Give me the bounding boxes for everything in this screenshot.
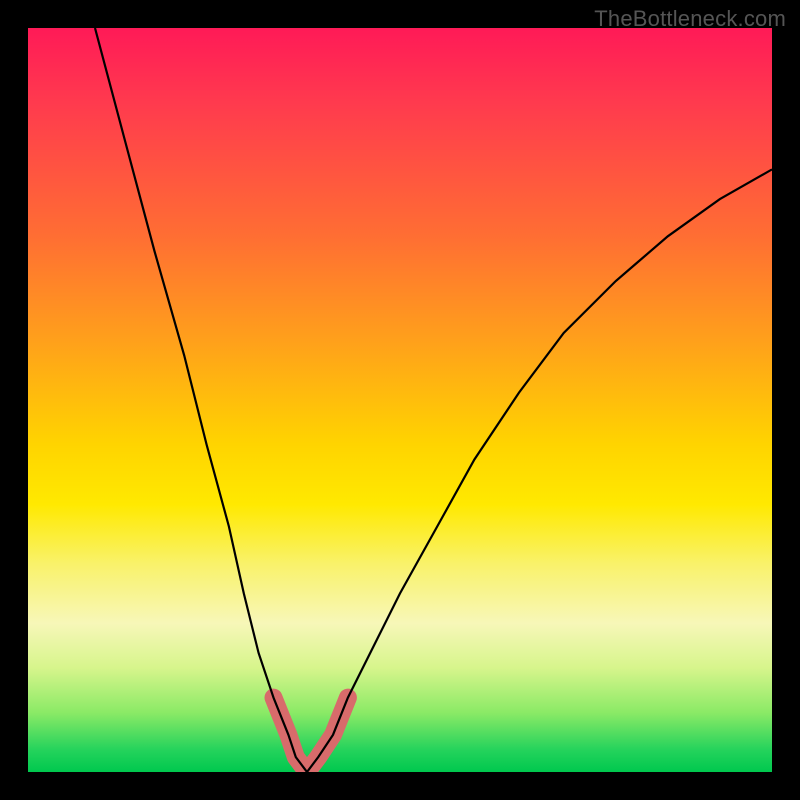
highlight-path xyxy=(274,698,348,772)
chart-frame: TheBottleneck.com xyxy=(0,0,800,800)
bottleneck-curve xyxy=(28,28,772,772)
plot-area xyxy=(28,28,772,772)
watermark-text: TheBottleneck.com xyxy=(594,6,786,32)
curve-path xyxy=(95,28,772,772)
